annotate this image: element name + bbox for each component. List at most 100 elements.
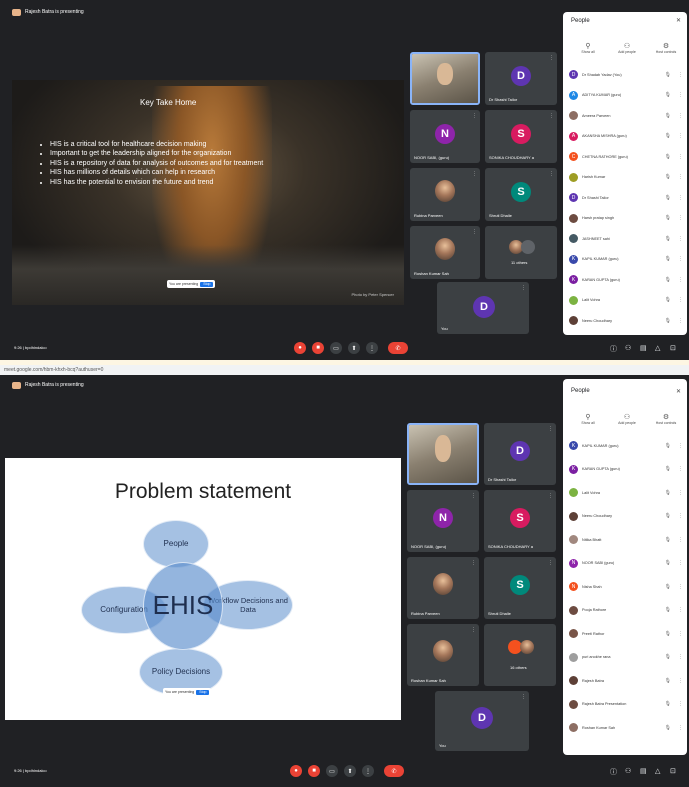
activities-icon[interactable]: △ bbox=[655, 344, 660, 352]
participant-list-item[interactable]: puri anokhe rana 🎙 ⋮ bbox=[569, 651, 683, 664]
browser-url-bar[interactable]: meet.google.com/hbm-khxh-bcq?authuser=0 bbox=[0, 365, 689, 375]
more-options-icon[interactable]: ⋮ bbox=[678, 584, 683, 590]
camera-off-button[interactable]: ■ bbox=[312, 342, 324, 354]
more-options-icon[interactable]: ⋮ bbox=[678, 236, 683, 242]
close-icon[interactable]: ✕ bbox=[676, 17, 681, 24]
more-options-icon[interactable]: ⋮ bbox=[678, 154, 683, 160]
participant-list-item[interactable]: Harsh pratap singh 🎙 ⋮ bbox=[569, 212, 683, 225]
participant-tile[interactable]: S ⋮ Shruti Dhalle bbox=[484, 557, 556, 619]
more-options-button[interactable]: ⋮ bbox=[366, 342, 378, 354]
more-options-icon[interactable]: ⋮ bbox=[678, 443, 683, 449]
participant-tile[interactable]: ⋮ Roshan Kumar Sah bbox=[407, 624, 479, 686]
mic-off-button[interactable]: ● bbox=[294, 342, 306, 354]
participant-tile[interactable]: N ⋮ NOOR SABI, (guru) bbox=[410, 110, 480, 163]
more-options-icon[interactable]: ⋮ bbox=[678, 318, 683, 324]
more-options-icon[interactable]: ⋮ bbox=[678, 72, 683, 78]
captions-button[interactable]: ▭ bbox=[326, 765, 338, 777]
more-options-icon[interactable]: ⋮ bbox=[678, 607, 683, 613]
participant-list-item[interactable]: C CHETNA RATHORE (guru) 🎙 ⋮ bbox=[569, 150, 683, 163]
people-icon[interactable]: ⚇ bbox=[625, 767, 631, 775]
participant-tile[interactable]: N ⋮ NOOR SABI, (guru) bbox=[407, 490, 479, 552]
participant-tile-others[interactable]: 11 others bbox=[485, 226, 557, 279]
more-options-icon[interactable]: ⋮ bbox=[678, 297, 683, 303]
mic-off-button[interactable]: ● bbox=[290, 765, 302, 777]
tab-host-controls[interactable]: ⚙ Host controls bbox=[649, 413, 683, 425]
more-options-icon[interactable]: ⋮ bbox=[678, 513, 683, 519]
chat-icon[interactable]: ▤ bbox=[640, 344, 647, 352]
participant-list-item[interactable]: Neeru Choudhary 🎙 ⋮ bbox=[569, 510, 683, 523]
participant-list-item[interactable]: Roshan Kumar Sah 🎙 ⋮ bbox=[569, 721, 683, 734]
more-options-icon[interactable]: ⋮ bbox=[678, 215, 683, 221]
participant-list-item[interactable]: A ADITYA KUMAR (guru) 🎙 ⋮ bbox=[569, 89, 683, 102]
info-icon[interactable]: ⓘ bbox=[610, 767, 617, 777]
present-button[interactable]: ⬆ bbox=[344, 765, 356, 777]
participant-tile[interactable]: S ⋮ SONIKA CHOUDHARY a bbox=[485, 110, 557, 163]
activities-icon[interactable]: △ bbox=[655, 767, 660, 775]
participant-tile[interactable]: S ⋮ Shruti Dhalle bbox=[485, 168, 557, 221]
participant-list-item[interactable]: Nitika Bhatt 🎙 ⋮ bbox=[569, 533, 683, 546]
participant-list-item[interactable]: K KARAN GUPTA (guru) 🎙 ⋮ bbox=[569, 273, 683, 286]
participant-list-item[interactable]: Preeti Rathor 🎙 ⋮ bbox=[569, 627, 683, 640]
participant-tile[interactable]: ⋮ Roshan Kumar Sah bbox=[410, 226, 480, 279]
participant-list-item[interactable]: K KARAN GUPTA (guru) 🎙 ⋮ bbox=[569, 463, 683, 476]
tab-add-people[interactable]: ⚇ Add people bbox=[610, 42, 644, 54]
captions-button[interactable]: ▭ bbox=[330, 342, 342, 354]
more-options-icon[interactable]: ⋮ bbox=[678, 631, 683, 637]
more-options-button[interactable]: ⋮ bbox=[362, 765, 374, 777]
people-icon[interactable]: ⚇ bbox=[625, 344, 631, 352]
more-options-icon[interactable]: ⋮ bbox=[678, 113, 683, 119]
participant-list-item[interactable]: Harish Kumar 🎙 ⋮ bbox=[569, 171, 683, 184]
leave-call-button[interactable]: ✆ bbox=[384, 765, 404, 777]
more-options-icon[interactable]: ⋮ bbox=[678, 537, 683, 543]
participant-tile-you[interactable]: D ⋮ You bbox=[437, 282, 529, 334]
more-options-icon[interactable]: ⋮ bbox=[678, 92, 683, 98]
participant-tile[interactable]: D ⋮ Dr Shashi Tailor bbox=[485, 52, 557, 105]
participant-tile[interactable]: S ⋮ SONIKA CHOUDHARY a bbox=[484, 490, 556, 552]
more-options-icon[interactable]: ⋮ bbox=[678, 701, 683, 707]
tab-add-people[interactable]: ⚇ Add people bbox=[610, 413, 644, 425]
tab-show-all[interactable]: ⚲ Show all bbox=[571, 42, 605, 54]
participant-list-item[interactable]: Ameera Parveen 🎙 ⋮ bbox=[569, 109, 683, 122]
participant-list-item[interactable]: Rajesh Batra Presentation 🎙 ⋮ bbox=[569, 698, 683, 711]
participant-list-item[interactable]: N Nisha Shah 🎙 ⋮ bbox=[569, 580, 683, 593]
stop-presenting-button[interactable]: Stop bbox=[200, 281, 214, 287]
more-options-icon[interactable]: ⋮ bbox=[678, 256, 683, 262]
participant-tile[interactable]: ⋮ Rubina Parveen bbox=[410, 168, 480, 221]
participant-tile-others[interactable]: 16 others bbox=[484, 624, 556, 686]
more-options-icon[interactable]: ⋮ bbox=[678, 725, 683, 731]
more-options-icon[interactable]: ⋮ bbox=[678, 560, 683, 566]
lock-icon[interactable]: ⊡ bbox=[670, 344, 676, 352]
tab-show-all[interactable]: ⚲ Show all bbox=[571, 413, 605, 425]
present-button[interactable]: ⬆ bbox=[348, 342, 360, 354]
participant-list-item[interactable]: D Dr Shadab Yadav (You) 🎙 ⋮ bbox=[569, 68, 683, 81]
more-options-icon[interactable]: ⋮ bbox=[678, 174, 683, 180]
participant-list-item[interactable]: JASHNEET sahi 🎙 ⋮ bbox=[569, 232, 683, 245]
chat-icon[interactable]: ▤ bbox=[640, 767, 647, 775]
tab-host-controls[interactable]: ⚙ Host controls bbox=[649, 42, 683, 54]
camera-off-button[interactable]: ■ bbox=[308, 765, 320, 777]
more-options-icon[interactable]: ⋮ bbox=[678, 277, 683, 283]
more-options-icon[interactable]: ⋮ bbox=[678, 466, 683, 472]
participant-list-item[interactable]: K KAPIL KUMAR (guru) 🎙 ⋮ bbox=[569, 253, 683, 266]
close-icon[interactable]: ✕ bbox=[676, 388, 681, 395]
participant-list-item[interactable]: Rajesh Batra 🎙 ⋮ bbox=[569, 674, 683, 687]
participant-list-item[interactable]: Lalit Vohra 🎙 ⋮ bbox=[569, 486, 683, 499]
info-icon[interactable]: ⓘ bbox=[610, 344, 617, 354]
stop-presenting-button[interactable]: Stop bbox=[196, 689, 210, 695]
participant-list-item[interactable]: Pooja Rathore 🎙 ⋮ bbox=[569, 604, 683, 617]
participant-list-item[interactable]: Neeru Choudhary 🎙 ⋮ bbox=[569, 314, 683, 327]
lock-icon[interactable]: ⊡ bbox=[670, 767, 676, 775]
more-options-icon[interactable]: ⋮ bbox=[678, 195, 683, 201]
participant-list-item[interactable]: Lalit Vohra 🎙 ⋮ bbox=[569, 294, 683, 307]
participant-tile-self-video[interactable] bbox=[410, 52, 480, 105]
participant-list-item[interactable]: K KAPIL KUMAR (guru) 🎙 ⋮ bbox=[569, 439, 683, 452]
participant-tile-self-video[interactable] bbox=[407, 423, 479, 485]
participant-tile-you[interactable]: D ⋮ You bbox=[435, 691, 529, 751]
more-options-icon[interactable]: ⋮ bbox=[678, 490, 683, 496]
participant-tile[interactable]: ⋮ Rubina Parveen bbox=[407, 557, 479, 619]
more-options-icon[interactable]: ⋮ bbox=[678, 133, 683, 139]
more-options-icon[interactable]: ⋮ bbox=[678, 654, 683, 660]
participant-tile[interactable]: D ⋮ Dr Shashi Tailor bbox=[484, 423, 556, 485]
leave-call-button[interactable]: ✆ bbox=[388, 342, 408, 354]
more-options-icon[interactable]: ⋮ bbox=[678, 678, 683, 684]
